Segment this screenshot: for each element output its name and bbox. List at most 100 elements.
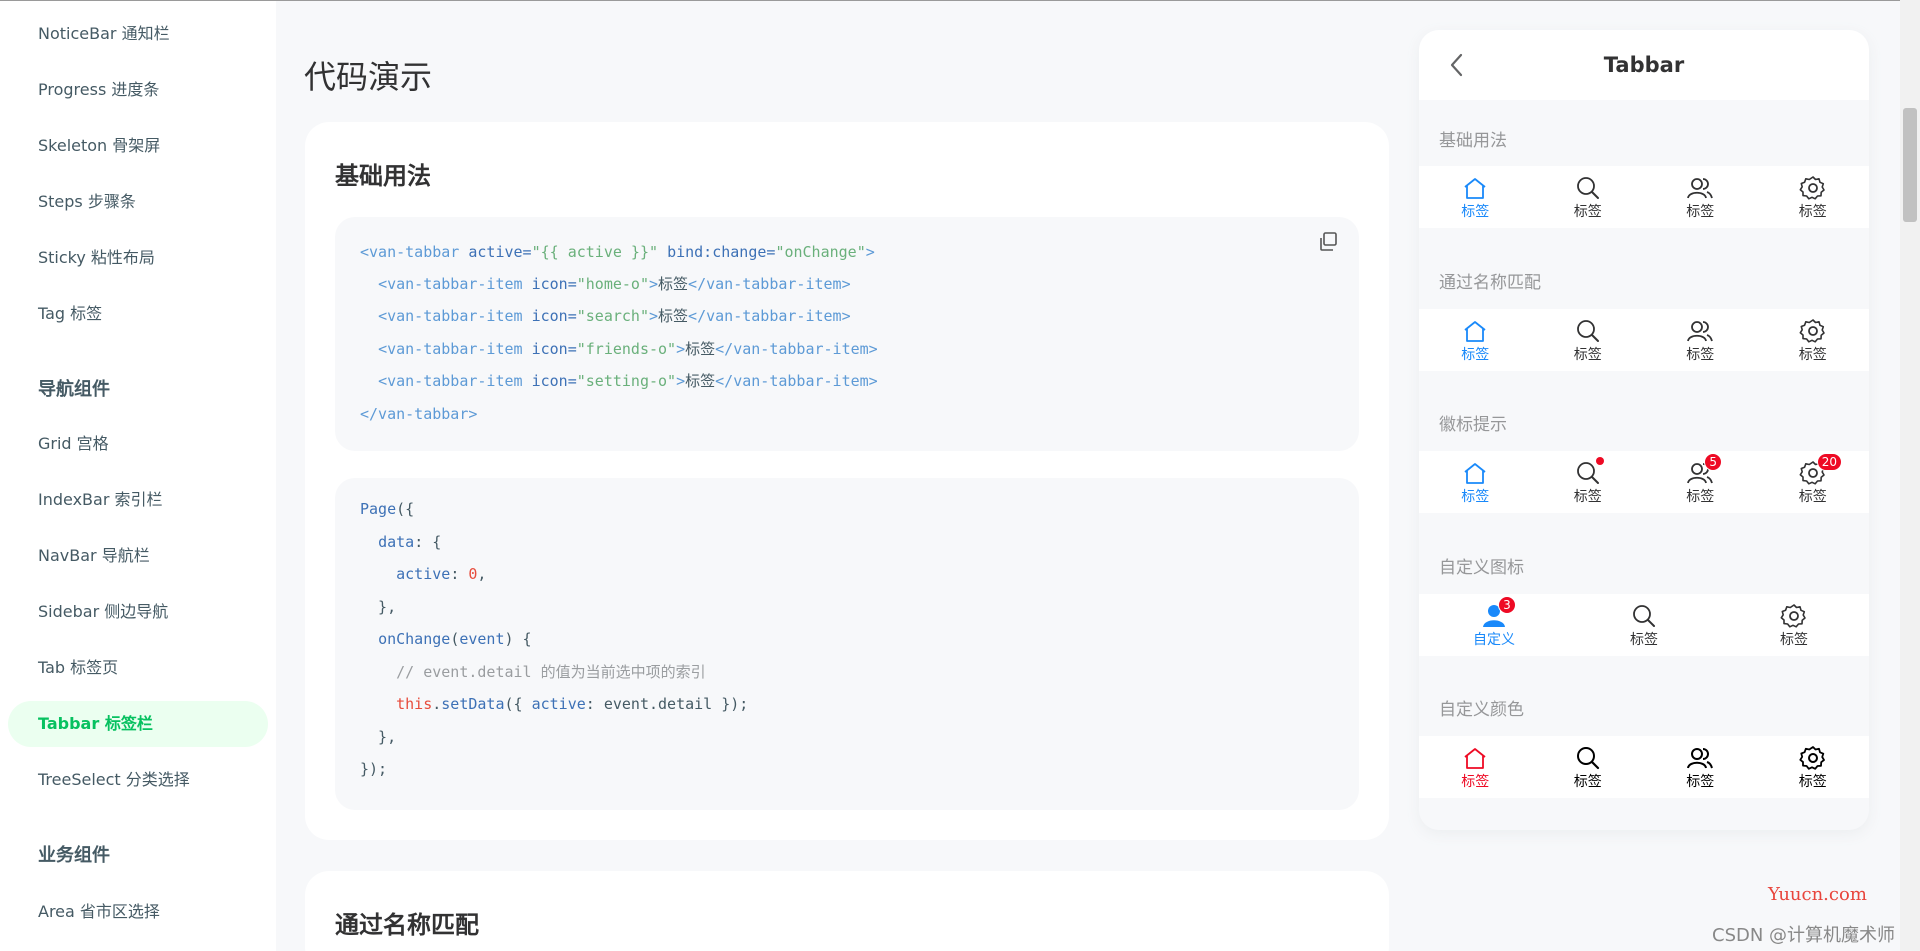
friends-icon	[1686, 744, 1714, 772]
sim-section-title: 自定义颜色	[1439, 700, 1524, 720]
tab-label: 标签	[1461, 774, 1490, 790]
top-border	[0, 0, 1920, 1]
tab-label: 标签	[1686, 489, 1715, 505]
search-icon	[1574, 317, 1602, 345]
gear-icon	[1799, 174, 1827, 202]
tabbar-item-setting[interactable]: 标签	[1757, 166, 1870, 228]
sidebar-item-skeleton[interactable]: Skeleton 骨架屏	[8, 123, 268, 169]
demo-card-name-match: 通过名称匹配	[305, 871, 1389, 951]
tabbar-item-search[interactable]: 标签	[1532, 309, 1645, 371]
tabbar-item-friends[interactable]: 标签	[1644, 736, 1757, 798]
tabbar-item-home[interactable]: 标签	[1419, 451, 1532, 513]
tabbar-item-setting[interactable]: 标签	[1757, 736, 1870, 798]
tabbar-basic: 标签 标签 标签 标签	[1419, 166, 1869, 228]
tabbar-custom-icon: 3 自定义 标签 标签	[1419, 594, 1869, 656]
search-icon	[1630, 602, 1658, 630]
sim-navbar: Tabbar	[1419, 30, 1869, 100]
tabbar-item-search[interactable]: 标签	[1532, 166, 1645, 228]
copy-icon[interactable]	[1317, 231, 1339, 253]
tab-label: 标签	[1798, 204, 1827, 220]
tabbar-item-friends[interactable]: 标签	[1644, 166, 1757, 228]
sidebar-nav: NoticeBar 通知栏 Progress 进度条 Skeleton 骨架屏 …	[0, 1, 276, 951]
sidebar-item-treeselect[interactable]: TreeSelect 分类选择	[8, 757, 268, 803]
sidebar-item-navbar[interactable]: NavBar 导航栏	[8, 533, 268, 579]
tabbar-item-custom[interactable]: 3 自定义	[1419, 594, 1569, 656]
tab-label: 标签	[1573, 347, 1602, 363]
sidebar-item-noticebar[interactable]: NoticeBar 通知栏	[8, 11, 268, 57]
tabbar-item-friends[interactable]: 标签	[1644, 309, 1757, 371]
code-block-wxml: <van-tabbar active="{{ active }}" bind:c…	[335, 217, 1359, 451]
code-line: data: {	[378, 533, 442, 551]
tabbar-item-setting[interactable]: 标签	[1719, 594, 1869, 656]
friends-icon: 5	[1686, 453, 1723, 487]
code-line: // event.detail 的值为当前选中项的索引	[396, 663, 706, 681]
user-icon: 3	[1480, 596, 1516, 630]
search-icon	[1574, 744, 1602, 772]
tabbar-custom-color: 标签 标签 标签 标签	[1419, 736, 1869, 798]
gear-icon	[1780, 602, 1808, 630]
demo-card-basic: 基础用法 <van-tabbar active="{{ active }}" b…	[305, 122, 1389, 840]
friends-icon	[1686, 317, 1714, 345]
home-icon	[1461, 174, 1489, 202]
sidebar-item-tabbar[interactable]: Tabbar 标签栏	[8, 701, 268, 747]
tab-label: 标签	[1461, 489, 1490, 505]
page-scrollbar[interactable]	[1900, 0, 1920, 951]
code-line: onChange(event) {	[378, 630, 532, 648]
sidebar-item-area[interactable]: Area 省市区选择	[8, 889, 268, 935]
tabbar-item-search[interactable]: 标签	[1569, 594, 1719, 656]
home-icon	[1461, 317, 1489, 345]
home-icon	[1461, 459, 1489, 487]
code-line: });	[360, 760, 388, 778]
code-block-js: Page({ data: { active: 0, }, onChange(ev…	[335, 478, 1359, 810]
tabbar-item-search[interactable]: 标签	[1532, 736, 1645, 798]
card-title: 基础用法	[335, 162, 431, 190]
sidebar-item-progress[interactable]: Progress 进度条	[8, 67, 268, 113]
sim-section-title: 基础用法	[1439, 131, 1507, 151]
sidebar-item-sidebar[interactable]: Sidebar 侧边导航	[8, 589, 268, 635]
code-line: <van-tabbar-item icon="friends-o">标签</va…	[378, 340, 878, 358]
code-line: </van-tabbar>	[360, 405, 478, 423]
tabbar-item-friends[interactable]: 5 标签	[1644, 451, 1757, 513]
code-line: <van-tabbar-item icon="setting-o">标签</va…	[378, 372, 878, 390]
code-line: active: 0,	[396, 565, 487, 583]
tabbar-item-search[interactable]: 标签	[1532, 451, 1645, 513]
code-line: Page({	[360, 500, 415, 518]
card-title: 通过名称匹配	[335, 911, 479, 939]
tabbar-item-setting[interactable]: 标签	[1757, 309, 1870, 371]
tabbar-item-home[interactable]: 标签	[1419, 309, 1532, 371]
sim-section-title: 徽标提示	[1439, 415, 1507, 435]
sidebar-item-steps[interactable]: Steps 步骤条	[8, 179, 268, 225]
sidebar-item-indexbar[interactable]: IndexBar 索引栏	[8, 477, 268, 523]
sidebar-item-sticky[interactable]: Sticky 粘性布局	[8, 235, 268, 281]
tab-label: 自定义	[1473, 632, 1515, 648]
tab-label: 标签	[1573, 489, 1602, 505]
gear-icon: 20	[1799, 453, 1843, 487]
watermark-author: CSDN @计算机魔术师	[1712, 925, 1896, 946]
sidebar-item-grid[interactable]: Grid 宫格	[8, 421, 268, 467]
tabbar-item-home[interactable]: 标签	[1419, 736, 1532, 798]
sidebar-item-tab[interactable]: Tab 标签页	[8, 645, 268, 691]
tab-label: 标签	[1686, 774, 1715, 790]
code-line: <van-tabbar-item icon="search">标签</van-t…	[378, 307, 851, 325]
gear-icon	[1799, 317, 1827, 345]
search-icon	[1574, 174, 1602, 202]
sidebar-item-tag[interactable]: Tag 标签	[8, 291, 268, 337]
tab-label: 标签	[1686, 347, 1715, 363]
sidebar-group-navigation: 导航组件	[38, 379, 110, 400]
tab-label: 标签	[1461, 347, 1490, 363]
sim-title: Tabbar	[1603, 53, 1685, 77]
code-line: },	[360, 598, 397, 616]
tab-label: 标签	[1461, 204, 1490, 220]
tabbar-name-match: 标签 标签 标签 标签	[1419, 309, 1869, 371]
page-title: 代码演示	[304, 58, 433, 96]
mobile-simulator: Tabbar 基础用法 标签 标签 标签 标签 通过名称匹配 标签 标签 标签 …	[1419, 30, 1869, 830]
scrollbar-thumb[interactable]	[1903, 108, 1917, 222]
sim-section-title: 通过名称匹配	[1439, 273, 1541, 293]
tabbar-item-setting[interactable]: 20 标签	[1757, 451, 1870, 513]
sidebar-group-business: 业务组件	[38, 845, 110, 866]
chevron-left-icon[interactable]	[1447, 52, 1467, 78]
tabbar-item-home[interactable]: 标签	[1419, 166, 1532, 228]
code-line: this.setData({ active: event.detail });	[396, 695, 749, 713]
tab-label: 标签	[1798, 347, 1827, 363]
tab-label: 标签	[1798, 774, 1827, 790]
